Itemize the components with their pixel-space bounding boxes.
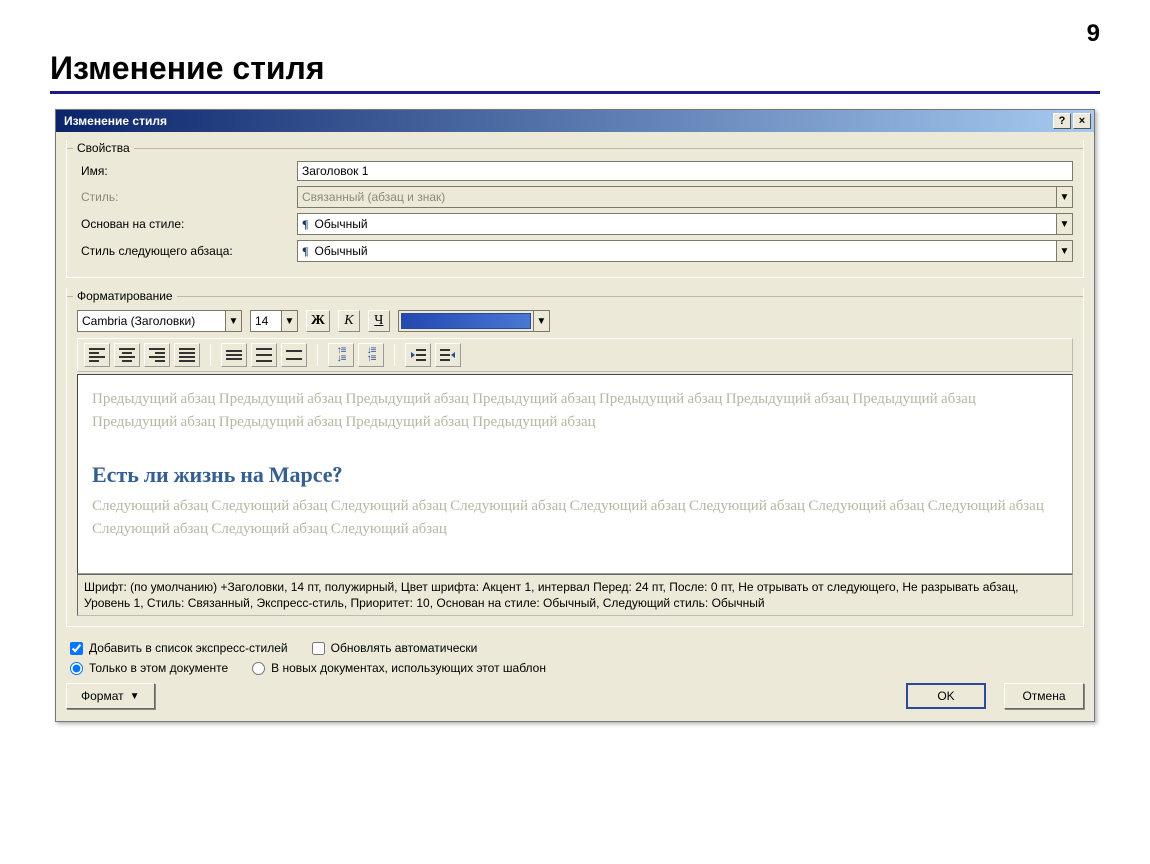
nextstyle-value: Обычный <box>314 244 367 258</box>
page-title: Изменение стиля <box>50 50 1100 87</box>
pilcrow-icon: ¶ <box>302 217 308 232</box>
style-options: Добавить в список экспресс-стилей Обновл… <box>70 641 1084 675</box>
format-button[interactable]: Формат ▼ <box>66 683 155 709</box>
chevron-down-icon[interactable]: ▼ <box>225 311 241 331</box>
linespacing-15-button[interactable] <box>251 343 277 367</box>
chevron-down-icon: ▼ <box>130 691 140 702</box>
format-button-label: Формат <box>81 689 124 703</box>
basedon-combo[interactable]: ¶ Обычный ▼ <box>297 213 1073 235</box>
preview-heading: Есть ли жизнь на Марсе? <box>92 462 1058 488</box>
new-docs-input[interactable] <box>252 662 265 675</box>
help-button[interactable]: ? <box>1053 113 1071 129</box>
new-docs-radio[interactable]: В новых документах, использующих этот ша… <box>252 661 546 675</box>
align-center-button[interactable] <box>114 343 140 367</box>
font-value: Cambria (Заголовки) <box>78 311 225 331</box>
name-label: Имя: <box>77 164 297 178</box>
auto-update-checkbox[interactable]: Обновлять автоматически <box>312 641 478 655</box>
dialog-titlebar: Изменение стиля ? × <box>56 110 1094 132</box>
styletype-value: Связанный (абзац и знак) <box>298 187 1056 207</box>
linespacing-2-button[interactable] <box>281 343 307 367</box>
underline-button[interactable]: Ч <box>368 310 390 332</box>
properties-group: Свойства Имя: Стиль: Связанный (абзац и … <box>66 140 1084 278</box>
modify-style-dialog: Изменение стиля ? × Свойства Имя: Стиль: <box>55 109 1095 722</box>
style-preview: Предыдущий абзац Предыдущий абзац Предыд… <box>77 374 1073 574</box>
style-description: Шрифт: (по умолчанию) +Заголовки, 14 пт,… <box>77 574 1073 616</box>
auto-update-label: Обновлять автоматически <box>331 641 478 655</box>
color-swatch <box>401 313 531 329</box>
basedon-label: Основан на стиле: <box>77 217 297 231</box>
align-justify-button[interactable] <box>174 343 200 367</box>
fontsize-combo[interactable]: 14 ▼ <box>250 310 298 332</box>
chevron-down-icon[interactable]: ▼ <box>1056 214 1072 234</box>
formatting-legend: Форматирование <box>73 289 177 303</box>
name-input[interactable] <box>297 161 1073 181</box>
chevron-down-icon[interactable]: ▼ <box>281 311 297 331</box>
properties-legend: Свойства <box>73 141 134 155</box>
formatting-group: Форматирование Cambria (Заголовки) ▼ 14 … <box>66 288 1084 627</box>
add-to-quickstyles-input[interactable] <box>70 642 83 655</box>
styletype-label: Стиль: <box>77 190 297 204</box>
bold-button[interactable]: Ж <box>306 310 330 332</box>
only-this-doc-input[interactable] <box>70 662 83 675</box>
align-left-button[interactable] <box>84 343 110 367</box>
pilcrow-icon: ¶ <box>302 244 308 259</box>
linespacing-1-button[interactable] <box>221 343 247 367</box>
chevron-down-icon[interactable]: ▼ <box>533 311 549 331</box>
fontcolor-picker[interactable]: ▼ <box>398 310 550 332</box>
space-before-inc-button[interactable]: ↑≡↓≡ <box>328 343 354 367</box>
preview-next-paragraph: Следующий абзац Следующий абзац Следующи… <box>92 494 1058 539</box>
ok-button[interactable]: OK <box>906 683 986 709</box>
align-right-button[interactable] <box>144 343 170 367</box>
only-this-doc-label: Только в этом документе <box>89 661 228 675</box>
dialog-title: Изменение стиля <box>64 114 167 128</box>
chevron-down-icon[interactable]: ▼ <box>1056 241 1072 261</box>
nextstyle-label: Стиль следующего абзаца: <box>77 244 297 258</box>
preview-prev-paragraph: Предыдущий абзац Предыдущий абзац Предыд… <box>92 387 1058 432</box>
page-number: 9 <box>1087 20 1100 48</box>
italic-button[interactable]: К <box>338 310 360 332</box>
styletype-combo: Связанный (абзац и знак) ▼ <box>297 186 1073 208</box>
auto-update-input[interactable] <box>312 642 325 655</box>
add-to-quickstyles-label: Добавить в список экспресс-стилей <box>89 641 288 655</box>
title-rule <box>50 91 1100 94</box>
basedon-value: Обычный <box>314 217 367 231</box>
add-to-quickstyles-checkbox[interactable]: Добавить в список экспресс-стилей <box>70 641 288 655</box>
nextstyle-combo[interactable]: ¶ Обычный ▼ <box>297 240 1073 262</box>
paragraph-toolbar: ↑≡↓≡ ↓≡↑≡ <box>77 338 1073 372</box>
cancel-button[interactable]: Отмена <box>1004 683 1084 709</box>
close-button[interactable]: × <box>1073 113 1091 129</box>
font-combo[interactable]: Cambria (Заголовки) ▼ <box>77 310 242 332</box>
only-this-doc-radio[interactable]: Только в этом документе <box>70 661 228 675</box>
indent-increase-button[interactable] <box>435 343 461 367</box>
chevron-down-icon: ▼ <box>1056 187 1072 207</box>
fontsize-value: 14 <box>251 311 281 331</box>
space-before-dec-button[interactable]: ↓≡↑≡ <box>358 343 384 367</box>
indent-decrease-button[interactable] <box>405 343 431 367</box>
new-docs-label: В новых документах, использующих этот ша… <box>271 661 546 675</box>
